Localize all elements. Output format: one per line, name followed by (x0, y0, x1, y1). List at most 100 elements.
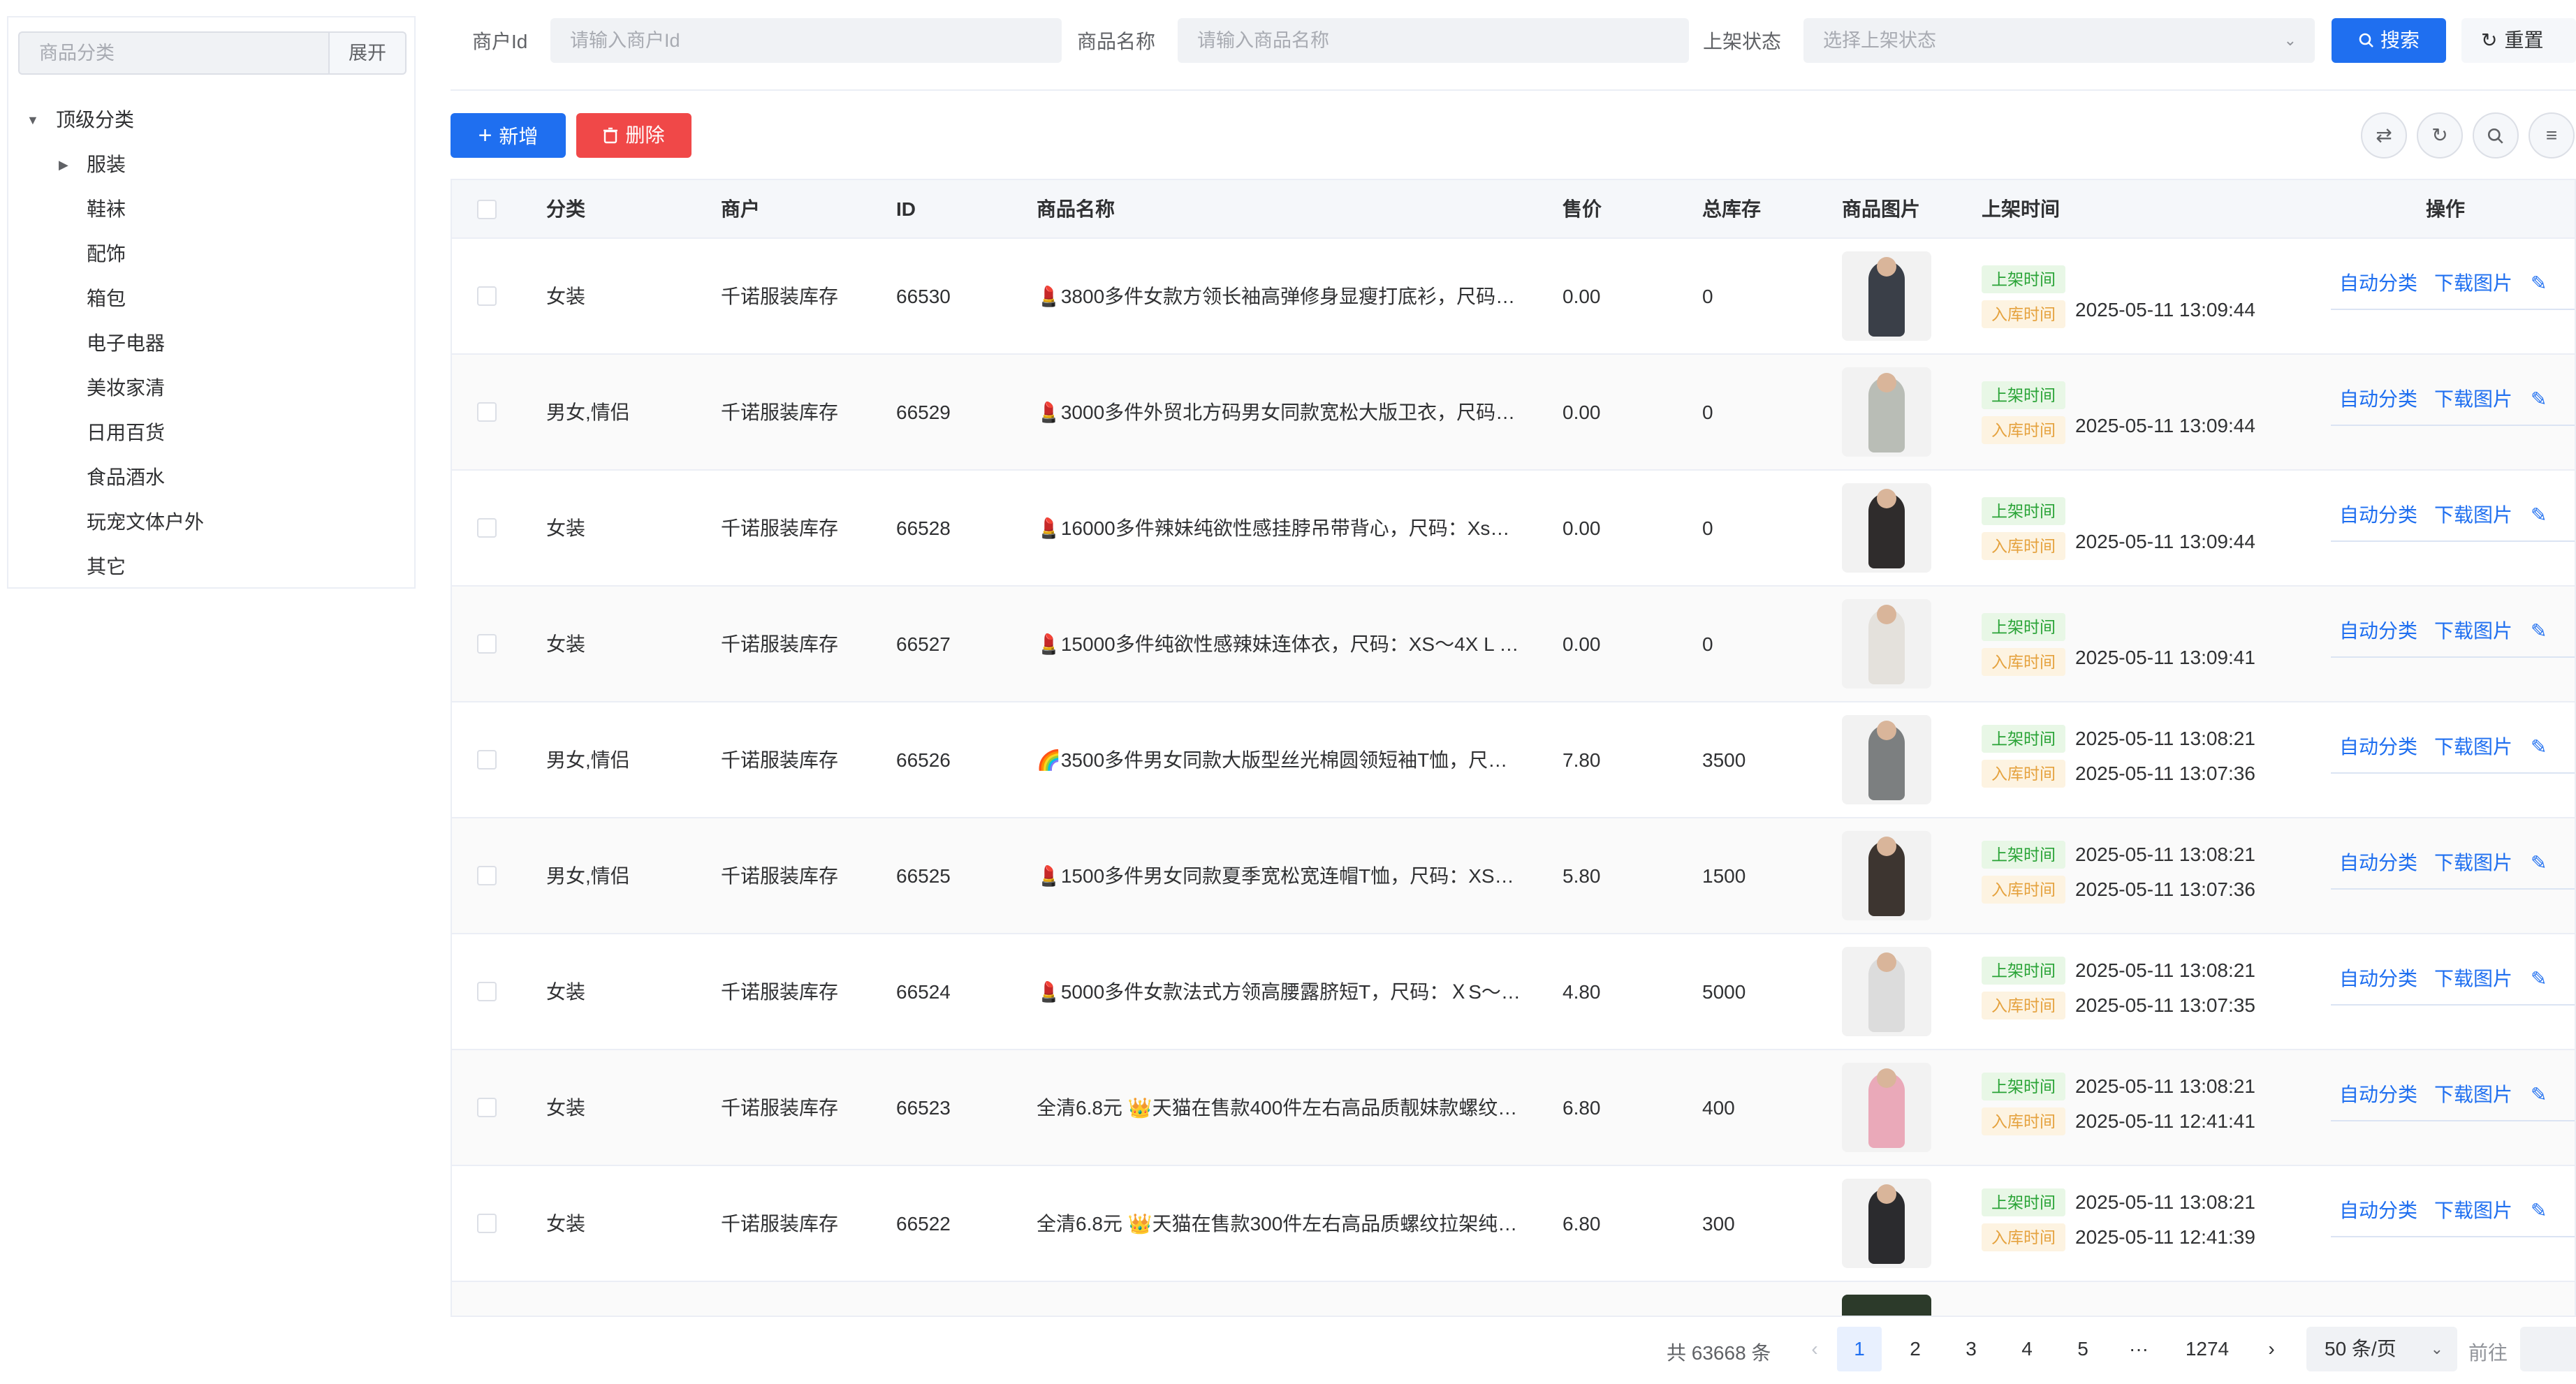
tree-node-pets-sports[interactable]: 玩宠文体户外 (8, 500, 414, 545)
edit-icon[interactable]: ✎ (2531, 965, 2547, 993)
tree-node-bags[interactable]: 箱包 (8, 277, 414, 321)
edit-icon[interactable]: ✎ (2531, 501, 2547, 529)
add-button[interactable]: + 新增 (451, 113, 566, 158)
edit-icon[interactable]: ✎ (2531, 617, 2547, 645)
download-image-link[interactable]: 下载图片 (2434, 617, 2512, 645)
search-button[interactable]: 搜索 (2332, 18, 2446, 63)
page-button-last[interactable]: 1274 (2176, 1327, 2238, 1371)
product-thumbnail[interactable] (1842, 483, 1931, 573)
row-checkbox[interactable] (477, 518, 497, 538)
table-row[interactable]: 男女,情侣 千诺服装库存 66525 💄1500多件男女同款夏季宽松宽连帽T恤，尺码：… (452, 818, 2575, 934)
auto-classify-link[interactable]: 自动分类 (2339, 270, 2417, 297)
tree-node-beauty[interactable]: 美妆家清 (8, 366, 414, 411)
table-row[interactable]: 女装 千诺服装库存 66522 全清6.8元 👑天猫在售款300件左右高品质螺纹拉架纯… (452, 1166, 2575, 1282)
sort-icon[interactable]: ≡ (2529, 112, 2575, 159)
product-name-input[interactable]: 请输入商品名称 (1178, 18, 1689, 63)
table-row[interactable]: 女装 千诺服装库存 66527 💄15000多件纯欲性感辣妹连体衣，尺码：XS～4X … (452, 587, 2575, 702)
page-button-4[interactable]: 4 (2005, 1327, 2049, 1371)
product-thumbnail[interactable] (1842, 715, 1931, 804)
row-checkbox[interactable] (477, 750, 497, 770)
caret-right-icon[interactable]: ▶ (59, 142, 68, 187)
page-button-5[interactable]: 5 (2061, 1327, 2105, 1371)
product-thumbnail[interactable] (1842, 947, 1931, 1036)
expand-button[interactable]: 展开 (328, 31, 407, 75)
download-image-link[interactable]: 下载图片 (2434, 270, 2512, 297)
download-image-link[interactable]: 下载图片 (2434, 733, 2512, 761)
delete-button[interactable]: 删除 (576, 113, 691, 158)
table-row[interactable]: 男女,情侣 千诺服装库存 66529 💄3000多件外贸北方码男女同款宽松大版卫衣，尺… (452, 355, 2575, 471)
cell-id: 66529 (896, 402, 951, 423)
goto-page-input[interactable] (2520, 1327, 2576, 1371)
edit-icon[interactable]: ✎ (2531, 1197, 2547, 1225)
row-checkbox[interactable] (477, 982, 497, 1001)
auto-classify-link[interactable]: 自动分类 (2339, 617, 2417, 645)
table-row[interactable]: 女装 千诺服装库存 66523 全清6.8元 👑天猫在售款400件左右高品质靓妹款螺纹… (452, 1050, 2575, 1166)
download-image-link[interactable]: 下载图片 (2434, 965, 2512, 993)
prev-page-icon[interactable]: ‹ (1792, 1327, 1837, 1371)
table-row[interactable]: 女装 千诺服装库存 66528 💄16000多件辣妹纯欲性感挂脖吊带背心，尺码：Xs…… (452, 471, 2575, 587)
page-button-1[interactable]: 1 (1837, 1327, 1882, 1371)
refresh-icon[interactable]: ↻ (2417, 112, 2463, 159)
caret-down-icon[interactable]: ▼ (27, 98, 39, 142)
download-image-link[interactable]: 下载图片 (2434, 1081, 2512, 1109)
table-row[interactable]: 男女,情侣 千诺服装库存 66526 🌈3500多件男女同款大版型丝光棉圆领短袖T恤，… (452, 702, 2575, 818)
auto-classify-link[interactable]: 自动分类 (2339, 733, 2417, 761)
page-size-select[interactable]: 50 条/页 ⌄ (2306, 1327, 2457, 1371)
tree-node-other[interactable]: 其它 (8, 545, 414, 589)
tree-node-root[interactable]: ▼ 顶级分类 (8, 98, 414, 142)
stock-in-time-value: 2025-05-11 13:09:44 (2075, 531, 2255, 552)
select-all-checkbox[interactable] (477, 200, 497, 219)
auto-classify-link[interactable]: 自动分类 (2339, 1197, 2417, 1225)
download-image-link[interactable]: 下载图片 (2434, 849, 2512, 877)
page-button-2[interactable]: 2 (1893, 1327, 1938, 1371)
row-checkbox[interactable] (477, 286, 497, 306)
row-checkbox[interactable] (477, 1098, 497, 1117)
edit-icon[interactable]: ✎ (2531, 733, 2547, 761)
tree-node-food[interactable]: 食品酒水 (8, 455, 414, 500)
download-image-link[interactable]: 下载图片 (2434, 1197, 2512, 1225)
stock-in-time-value: 2025-05-11 13:09:44 (2075, 415, 2255, 436)
table-row[interactable]: 女装 千诺服装库存 66530 💄3800多件女款方领长袖高弹修身显瘦打底衫，尺码… 0… (452, 239, 2575, 355)
page-button-3[interactable]: 3 (1949, 1327, 1993, 1371)
auto-classify-link[interactable]: 自动分类 (2339, 385, 2417, 413)
cell-merchant: 千诺服装库存 (721, 1213, 839, 1235)
col-list-time: 上架时间 (1982, 198, 2061, 220)
edit-icon[interactable]: ✎ (2531, 385, 2547, 413)
product-thumbnail[interactable] (1842, 251, 1931, 341)
row-checkbox[interactable] (477, 634, 497, 654)
auto-classify-link[interactable]: 自动分类 (2339, 1081, 2417, 1109)
table-row[interactable]: 女装 千诺服装库存 66524 💄5000多件女款法式方领高腰露脐短T，尺码：ＸS～…… (452, 934, 2575, 1050)
row-checkbox[interactable] (477, 866, 497, 885)
product-thumbnail[interactable] (1842, 599, 1931, 689)
edit-icon[interactable]: ✎ (2531, 270, 2547, 297)
edit-icon[interactable]: ✎ (2531, 1081, 2547, 1109)
auto-classify-link[interactable]: 自动分类 (2339, 501, 2417, 529)
tree-node-shoes[interactable]: 鞋袜 (8, 187, 414, 232)
product-thumbnail[interactable] (1842, 831, 1931, 920)
download-image-link[interactable]: 下载图片 (2434, 501, 2512, 529)
status-select[interactable]: 选择上架状态 ⌄ (1803, 18, 2315, 63)
auto-classify-link[interactable]: 自动分类 (2339, 849, 2417, 877)
download-image-link[interactable]: 下载图片 (2434, 385, 2512, 413)
product-thumbnail[interactable] (1842, 1063, 1931, 1152)
reset-button[interactable]: ↻ 重置 (2461, 18, 2576, 63)
list-time-tag: 上架时间 (1982, 1188, 2065, 1216)
page-ellipsis[interactable]: ··· (2116, 1327, 2161, 1371)
product-thumbnail[interactable] (1842, 367, 1931, 457)
category-search-input[interactable]: 商品分类 (18, 31, 328, 75)
search-icon[interactable] (2473, 112, 2519, 159)
merchant-id-input[interactable]: 请输入商户Id (550, 18, 1062, 63)
next-page-icon[interactable]: › (2249, 1327, 2294, 1371)
tree-node-clothing[interactable]: ▶ 服装 (8, 142, 414, 187)
tree-node-daily[interactable]: 日用百货 (8, 411, 414, 455)
swap-icon[interactable]: ⇄ (2361, 112, 2407, 159)
row-checkbox[interactable] (477, 1214, 497, 1233)
product-thumbnail[interactable] (1842, 1179, 1931, 1268)
edit-icon[interactable]: ✎ (2531, 849, 2547, 877)
cell-id: 66526 (896, 749, 951, 771)
row-checkbox[interactable] (477, 402, 497, 422)
tree-node-accessories[interactable]: 配饰 (8, 232, 414, 277)
actions-divider (2331, 772, 2575, 774)
tree-node-electronics[interactable]: 电子电器 (8, 321, 414, 366)
auto-classify-link[interactable]: 自动分类 (2339, 965, 2417, 993)
